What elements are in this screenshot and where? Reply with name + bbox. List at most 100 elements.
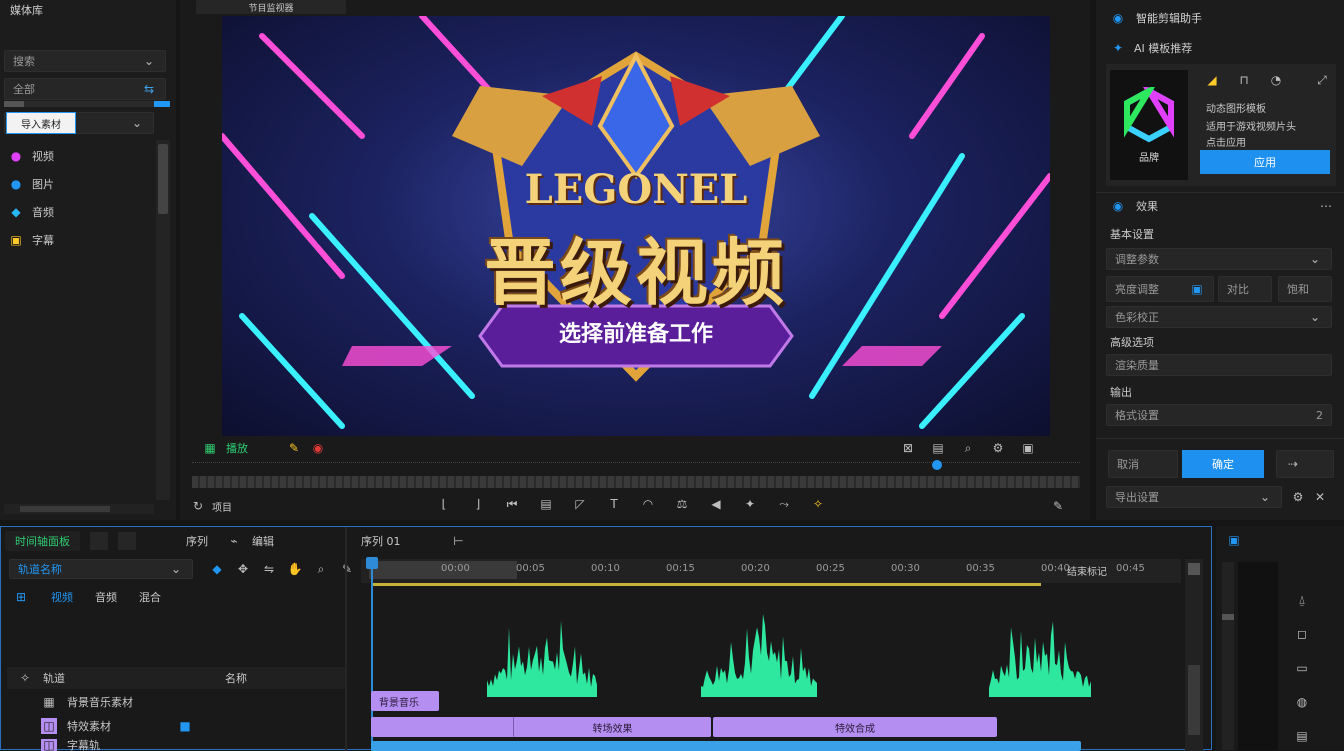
step-back-icon[interactable]: ⏮ <box>504 496 520 512</box>
settings-icon[interactable]: ⚙ <box>990 440 1006 456</box>
confirm-button[interactable]: 确定 <box>1182 450 1264 478</box>
cancel-button[interactable]: 取消 <box>1108 450 1178 478</box>
adjust-icon[interactable]: ⚖ <box>674 496 690 512</box>
monitor-tab[interactable]: 节目监视器 <box>196 0 346 14</box>
render-quality-field[interactable]: 渲染质量 <box>1106 354 1332 376</box>
card-line-3: 点击应用 <box>1206 138 1246 149</box>
lock-track-icon[interactable]: ✧ <box>17 670 33 686</box>
text-icon: ▣ <box>10 233 22 247</box>
filter-select[interactable]: 全部 ⇆ <box>4 78 166 100</box>
motion-icon[interactable]: ⤳ <box>776 496 792 512</box>
pencil-icon[interactable]: ✎ <box>286 440 302 456</box>
banner-chinese-title: 晋级视频 <box>483 231 788 315</box>
more-icon[interactable]: ⋯ <box>1318 198 1334 214</box>
speed-icon[interactable]: ◠ <box>640 496 656 512</box>
crop-icon[interactable]: ⊠ <box>900 440 916 456</box>
list-icon[interactable]: ▤ <box>1294 728 1310 744</box>
list-item[interactable]: ● 图片 <box>8 170 148 198</box>
user-icon[interactable]: ◔ <box>1268 72 1284 88</box>
record-icon[interactable]: ◉ <box>310 440 326 456</box>
crop-tool-icon[interactable]: ◸ <box>572 496 588 512</box>
export-frame-icon[interactable]: ✎ <box>1050 498 1066 514</box>
square-icon[interactable]: ◻ <box>1294 626 1310 642</box>
waveform-segment <box>701 613 817 697</box>
frame-icon[interactable]: ▤ <box>538 496 554 512</box>
zoom-icon[interactable]: ⌕ <box>313 561 329 577</box>
sequence-search[interactable]: 轨道名称 ⌄ <box>9 559 193 579</box>
media-list: ● 视频 ● 图片 ◆ 音频 ▣ 字幕 <box>8 142 148 254</box>
apply-button[interactable]: 应用 <box>1200 150 1330 174</box>
list-item[interactable]: ● 视频 <box>8 142 148 170</box>
group-output-label: 输出 <box>1110 386 1132 399</box>
chart-icon[interactable]: ◍ <box>1294 694 1310 710</box>
clip-transition[interactable]: 转场效果 <box>513 717 711 737</box>
hexagon-logo-icon <box>1124 86 1174 142</box>
screen-icon[interactable]: ▭ <box>1294 660 1310 676</box>
razor-icon[interactable]: ◆ <box>209 561 225 577</box>
import-tab[interactable]: 导入素材 <box>6 112 76 134</box>
ruler-label: 00:05 <box>516 563 545 574</box>
mark-in-icon[interactable]: ⌊ <box>436 496 452 512</box>
close-icon[interactable]: ✕ <box>1312 489 1328 505</box>
adjust-param-field[interactable]: 调整参数 ⌄ <box>1106 248 1332 270</box>
timeline-scrollbar[interactable] <box>1185 559 1203 751</box>
mark-out-icon[interactable]: ⌋ <box>470 496 486 512</box>
format-field[interactable]: 格式设置 2 <box>1106 404 1332 426</box>
status-label: 播放 <box>226 442 248 455</box>
audio-waveform[interactable] <box>361 587 1181 697</box>
scrubber-bar[interactable] <box>192 460 1080 488</box>
effects-icon[interactable]: ✦ <box>742 496 758 512</box>
settings-icon[interactable]: ⚙ <box>1290 489 1306 505</box>
effects-section-header: ◉ 效果 ⋯ <box>1110 198 1334 214</box>
color-correction-field[interactable]: 色彩校正 ⌄ <box>1106 306 1332 328</box>
group-basic-label: 基本设置 <box>1110 228 1154 241</box>
text-tool-icon[interactable]: T <box>606 496 622 512</box>
search-input[interactable]: 搜索 ⌄ <box>4 50 166 72</box>
work-area-bar[interactable] <box>371 583 1041 586</box>
hand-icon[interactable]: ✋ <box>287 561 303 577</box>
ruler-label: 00:00 <box>441 563 470 574</box>
track-header-row: ✧ 轨道 名称 <box>7 667 347 689</box>
timeline-ruler[interactable]: 00:00 00:05 00:10 00:15 00:20 00:25 00:30 00:35… <box>361 559 1181 583</box>
export-settings-field[interactable]: 导出设置 ⌄ <box>1106 486 1282 508</box>
assistant-header: ◉ 智能剪辑助手 <box>1110 10 1202 26</box>
track-row[interactable]: ▦ 背景音乐素材 <box>7 691 347 713</box>
scrubber-ruler[interactable] <box>192 462 1080 472</box>
track-row[interactable]: ◫ 字幕轨 <box>7 739 347 751</box>
tag-icon[interactable]: ◢ <box>1204 72 1220 88</box>
horizontal-scrollbar[interactable] <box>4 504 154 514</box>
loop-icon[interactable]: ↻ <box>190 498 206 514</box>
template-card[interactable]: 品牌 ◢ ⊓ ◔ ⤢ 动态图形模板 适用于游戏视频片头 点击应用 应用 <box>1106 64 1336 186</box>
timeline-panel: 时间轴面板 序列 ⌁ 编辑 轨道名称 ⌄ ◆ ✥ ⇋ ✋ ⌕ ✎ ⊞ 视频 音频… <box>0 526 1212 751</box>
link-icon[interactable]: ⌁ <box>226 533 242 549</box>
panel-progress <box>4 101 170 107</box>
brightness-field[interactable]: 亮度调整 ▣ <box>1106 276 1214 302</box>
track-tools: ◆ ✥ ⇋ ✋ ⌕ ✎ <box>209 561 355 577</box>
list-item[interactable]: ◆ 音频 <box>8 198 148 226</box>
clip-effects[interactable]: 特效合成 <box>713 717 997 737</box>
pin-icon[interactable]: ⊢ <box>451 533 467 549</box>
slip-icon[interactable]: ⇋ <box>261 561 277 577</box>
selection-icon[interactable]: ✥ <box>235 561 251 577</box>
nav-button[interactable]: ⇢ <box>1276 450 1334 478</box>
contrast-button[interactable]: 对比 <box>1218 276 1272 302</box>
template-thumbnail[interactable]: 品牌 <box>1110 70 1188 180</box>
audio-icon[interactable]: ◀ <box>708 496 724 512</box>
share-icon[interactable]: ⤢ <box>1314 72 1330 88</box>
magic-icon[interactable]: ✧ <box>810 496 826 512</box>
pen-icon[interactable]: ✎ <box>339 561 355 577</box>
bell-icon[interactable]: ⍙ <box>1294 592 1310 608</box>
clip-music[interactable]: 背景音乐 <box>371 691 439 711</box>
track-row[interactable]: ◫ 特效素材 ■ <box>7 715 347 737</box>
video-frame[interactable]: LEGONEL 晋级视频 选择前准备工作 <box>222 16 1050 436</box>
saturation-button[interactable]: 饱和 <box>1278 276 1332 302</box>
link-clips-icon[interactable]: ⊞ <box>13 589 29 605</box>
grid-icon[interactable]: ▤ <box>930 440 946 456</box>
lock-icon[interactable]: ⊓ <box>1236 72 1252 88</box>
meter-toggle-icon[interactable]: ▣ <box>1226 532 1242 548</box>
vertical-scrollbar[interactable] <box>156 140 170 500</box>
list-item[interactable]: ▣ 字幕 <box>8 226 148 254</box>
effect-track-icon: ◫ <box>41 718 57 734</box>
zoom-icon[interactable]: ⌕ <box>960 440 976 456</box>
fullscreen-icon[interactable]: ▣ <box>1020 440 1036 456</box>
